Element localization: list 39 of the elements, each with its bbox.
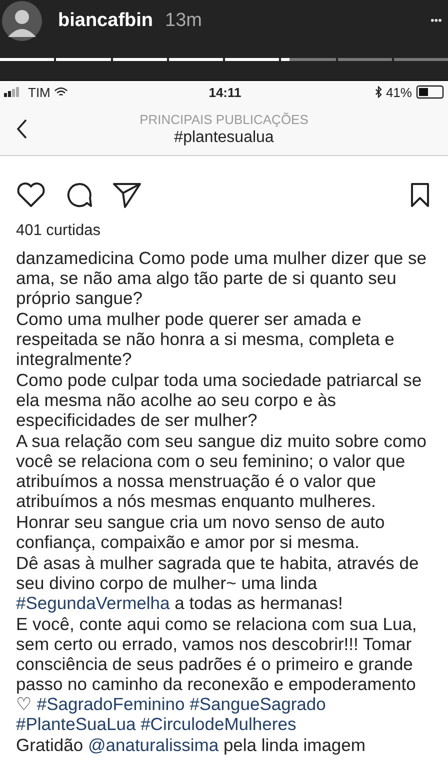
username-link[interactable]: danzamedicina [16, 248, 134, 268]
story-progress-segment [281, 58, 336, 61]
hashtag-link[interactable]: #CirculodeMulheres [140, 714, 296, 734]
story-progress-segment [394, 58, 448, 61]
hashtag-link[interactable]: #SegundaVermelha [16, 593, 170, 613]
story-progress-segment [56, 58, 110, 61]
caption-paragraph: Gratidão @anaturalissima pela linda imagem [16, 735, 366, 755]
wifi-icon [54, 86, 68, 98]
hashtag-link[interactable]: #SangueSagrado [190, 694, 326, 714]
clock: 14:11 [208, 84, 242, 100]
bluetooth-icon [374, 86, 382, 98]
caption-paragraph: A sua relação com seu sangue diz muito sobre como você se relaciona com o seu feminino; o valor que atribuímos a nossa menstruação é o valor que atribuímos a nós mesmas enquanto mulheres. [16, 431, 428, 511]
story-username[interactable]: biancafbin [58, 10, 154, 32]
heart-icon[interactable] [16, 181, 46, 209]
caption-paragraph: danzamedicina Como pode uma mulher dizer que se ama, se não ama algo tão parte de si quanto seu próprio sangue? [16, 248, 428, 308]
avatar-icon[interactable] [2, 1, 42, 41]
carrier-name: TIM [28, 84, 50, 100]
story-progress-segment [168, 58, 223, 61]
more-button[interactable]: ••• [430, 15, 442, 27]
page-title: #plantesualua [174, 128, 274, 146]
caption-paragraph: E você, conte aqui como se relaciona com sua Lua, sem certo ou errado, vamos nos descobrir!!! Tomar consciência de seus padrões é o primeiro e grande passo no caminho da reconexão e empoderamento ♡ #SagradoFeminino #SangueSagrado #PlanteSuaLua #CirculodeMulheres [16, 614, 418, 734]
story-progress-segment [112, 58, 167, 61]
hashtag-link[interactable]: #SagradoFeminino [36, 694, 185, 714]
caption-paragraph: Como pode culpar toda uma sociedade patriarcal se ela mesma não acolhe ao seu corpo e às especificidades de ser mulher? [16, 370, 423, 430]
bookmark-icon[interactable] [410, 182, 430, 208]
hashtag-link[interactable]: @anaturalissima [88, 735, 219, 755]
caption-paragraph: Como uma mulher pode querer ser amada e respeitada se não honra a si mesma, completa e integralmente? [16, 309, 396, 369]
story-progress-segment [338, 58, 392, 61]
story-progress-segment [0, 58, 54, 61]
page-subtitle: PRINCIPAIS PUBLICAÇÕES [140, 112, 308, 126]
send-icon[interactable] [112, 181, 142, 209]
battery-percent: 41% [386, 84, 412, 100]
caption-paragraph: Honrar seu sangue cria um novo senso de auto confiança, compaixão e amor por si mesma. [16, 512, 386, 552]
story-time: 13m [165, 10, 202, 32]
story-progress-segment [225, 58, 280, 61]
hashtag-link[interactable]: #PlanteSuaLua [16, 714, 136, 734]
likes-count[interactable]: 401 curtidas [16, 222, 100, 240]
back-icon[interactable] [16, 119, 28, 139]
caption-paragraph: Dê asas à mulher sagrada que te habita, através de seu divino corpo de mulher~ uma linda #SegundaVermelha a todas as hermanas! [16, 553, 420, 613]
